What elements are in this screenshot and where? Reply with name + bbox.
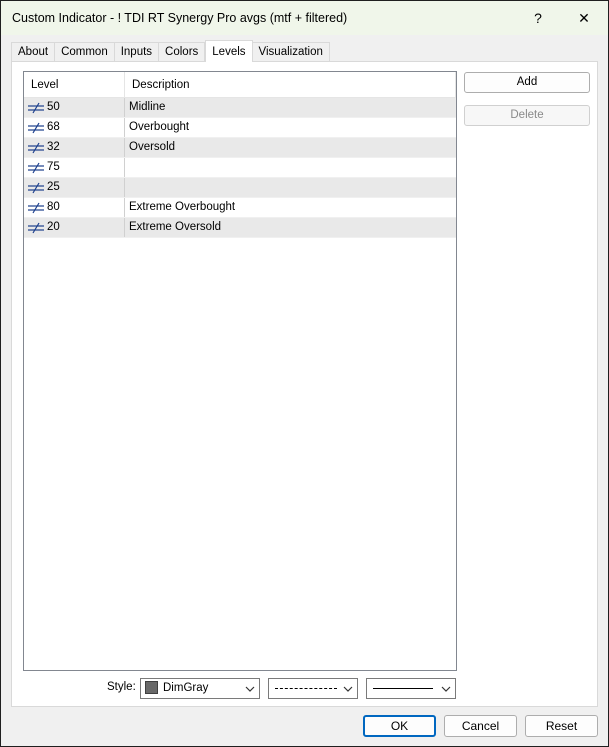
chevron-down-icon — [343, 686, 353, 692]
level-value: 68 — [47, 121, 60, 133]
color-swatch — [145, 681, 158, 694]
add-button[interactable]: Add — [464, 72, 590, 93]
chevron-down-icon — [245, 686, 255, 692]
level-value: 25 — [47, 181, 60, 193]
level-line-icon — [28, 162, 44, 173]
description-cell[interactable] — [125, 178, 456, 197]
level-cell[interactable]: 50 — [24, 98, 125, 117]
style-label: Style: — [107, 681, 136, 693]
chevron-down-icon — [441, 686, 451, 692]
level-cell[interactable]: 32 — [24, 138, 125, 157]
level-value: 20 — [47, 221, 60, 233]
levels-panel: Level Description 50 Midline 68 Overbought 3… — [11, 61, 598, 707]
tab-levels[interactable]: Levels — [205, 40, 253, 62]
description-cell[interactable]: Midline — [125, 98, 456, 117]
table-row[interactable]: 50 Midline — [24, 98, 456, 118]
ok-button[interactable]: OK — [363, 715, 436, 737]
tab-colors[interactable]: Colors — [159, 42, 206, 62]
level-line-icon — [28, 122, 44, 133]
level-line-icon — [28, 182, 44, 193]
level-line-icon — [28, 202, 44, 213]
table-row[interactable]: 20 Extreme Oversold — [24, 218, 456, 238]
line-width-select[interactable] — [366, 678, 456, 699]
line-style-select[interactable] — [268, 678, 358, 699]
close-icon: ✕ — [578, 9, 590, 26]
level-value: 80 — [47, 201, 60, 213]
description-cell[interactable] — [125, 158, 456, 177]
column-header-description[interactable]: Description — [125, 72, 456, 97]
reset-button[interactable]: Reset — [525, 715, 598, 737]
tab-visualization[interactable]: Visualization — [252, 42, 330, 62]
level-cell[interactable]: 25 — [24, 178, 125, 197]
list-header: Level Description — [24, 72, 456, 98]
level-cell[interactable]: 80 — [24, 198, 125, 217]
delete-button[interactable]: Delete — [464, 105, 590, 126]
window-title: Custom Indicator - ! TDI RT Synergy Pro … — [12, 11, 348, 25]
level-line-icon — [28, 102, 44, 113]
tab-inputs[interactable]: Inputs — [114, 42, 160, 62]
description-cell[interactable]: Extreme Overbought — [125, 198, 456, 217]
level-value: 32 — [47, 141, 60, 153]
description-cell[interactable]: Extreme Oversold — [125, 218, 456, 237]
level-value: 50 — [47, 101, 60, 113]
dialog-window: Custom Indicator - ! TDI RT Synergy Pro … — [0, 0, 609, 747]
level-cell[interactable]: 68 — [24, 118, 125, 137]
close-button[interactable]: ✕ — [561, 1, 607, 35]
levels-list[interactable]: Level Description 50 Midline 68 Overbought 3… — [23, 71, 457, 671]
tab-about[interactable]: About — [11, 42, 56, 62]
table-row[interactable]: 68 Overbought — [24, 118, 456, 138]
help-button[interactable]: ? — [515, 1, 561, 35]
cancel-button[interactable]: Cancel — [444, 715, 517, 737]
table-row[interactable]: 80 Extreme Overbought — [24, 198, 456, 218]
level-value: 75 — [47, 161, 60, 173]
level-line-icon — [28, 222, 44, 233]
table-row[interactable]: 32 Oversold — [24, 138, 456, 158]
level-line-icon — [28, 142, 44, 153]
table-row[interactable]: 25 — [24, 178, 456, 198]
title-bar[interactable]: Custom Indicator - ! TDI RT Synergy Pro … — [1, 1, 608, 35]
column-header-level[interactable]: Level — [24, 72, 125, 97]
description-cell[interactable]: Overbought — [125, 118, 456, 137]
solid-line-sample — [373, 688, 433, 689]
table-row[interactable]: 75 — [24, 158, 456, 178]
level-rows: 50 Midline 68 Overbought 32 Oversold 75 25 80 Ext… — [24, 98, 456, 238]
dashed-line-sample — [275, 688, 337, 689]
description-cell[interactable]: Oversold — [125, 138, 456, 157]
color-name: DimGray — [163, 682, 209, 694]
level-cell[interactable]: 75 — [24, 158, 125, 177]
help-icon: ? — [534, 10, 542, 26]
tab-common[interactable]: Common — [55, 42, 115, 62]
level-cell[interactable]: 20 — [24, 218, 125, 237]
color-select[interactable]: DimGray — [140, 678, 260, 699]
tab-strip: About Common Inputs Colors Levels Visual… — [11, 40, 330, 62]
